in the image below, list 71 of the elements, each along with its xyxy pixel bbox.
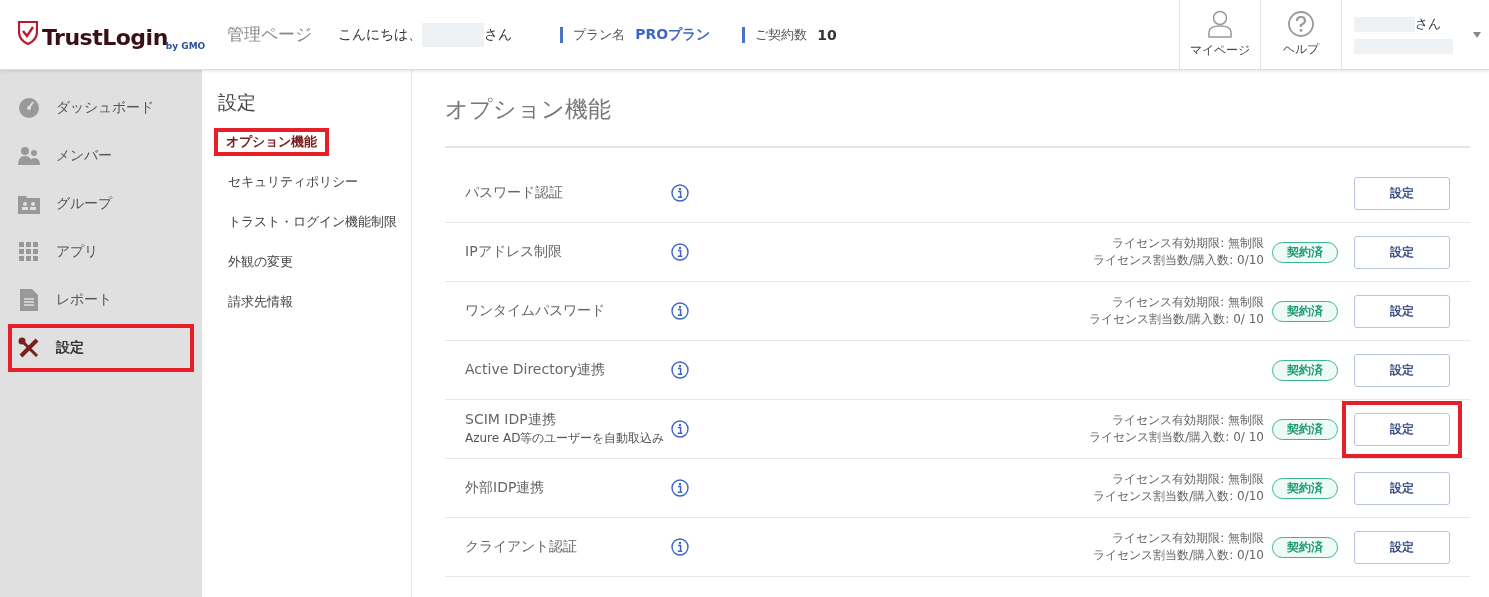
- user-suffix: さん: [1415, 15, 1441, 33]
- info-icon[interactable]: [671, 420, 689, 438]
- license-count: ライセンス割当数/購入数: 0/ 10: [1089, 429, 1264, 446]
- option-name: SCIM IDP連携: [465, 411, 557, 429]
- license-count: ライセンス割当数/購入数: 0/10: [1093, 252, 1264, 269]
- tools-icon: [18, 337, 40, 359]
- info-icon[interactable]: [671, 243, 689, 261]
- help-link[interactable]: ヘルプ: [1283, 41, 1319, 58]
- contracted-badge: 契約済: [1272, 359, 1338, 381]
- document-icon: [20, 289, 38, 311]
- settings-button[interactable]: 設定: [1354, 412, 1450, 446]
- license-period: ライセンス有効期限: 無制限: [1112, 471, 1264, 488]
- plan-value: PROプラン: [635, 25, 711, 44]
- folder-icon: [18, 194, 40, 214]
- license-period: ライセンス有効期限: 無制限: [1112, 412, 1264, 429]
- contracted-badge: 契約済: [1272, 300, 1338, 322]
- mypage-link[interactable]: マイページ: [1190, 42, 1250, 59]
- logo-text[interactable]: TrustLogin: [42, 26, 168, 49]
- settings-button[interactable]: 設定: [1354, 294, 1450, 328]
- contracted-badge: 契約済: [1272, 536, 1338, 558]
- submenu-item[interactable]: トラスト・ログイン機能制限: [214, 208, 411, 236]
- submenu-item[interactable]: 請求先情報: [214, 288, 307, 316]
- contracted-badge: 契約済: [1272, 418, 1338, 440]
- license-count: ライセンス割当数/購入数: 0/10: [1093, 547, 1264, 564]
- license-count: ライセンス割当数/購入数: 0/10: [1093, 488, 1264, 505]
- settings-button[interactable]: 設定: [1354, 235, 1450, 269]
- license-count: ライセンス割当数/購入数: 0/ 10: [1089, 311, 1264, 328]
- page-title: オプション機能: [445, 94, 1470, 148]
- contracts-value: 10: [817, 26, 837, 43]
- option-name: IPアドレス制限: [465, 243, 563, 261]
- sidebar-item[interactable]: グループ: [8, 180, 194, 228]
- license-period: ライセンス有効期限: 無制限: [1112, 530, 1264, 547]
- settings-button[interactable]: 設定: [1354, 471, 1450, 505]
- option-name: ワンタイムパスワード: [465, 302, 606, 320]
- info-icon[interactable]: [671, 479, 689, 497]
- contracted-badge: 契約済: [1272, 477, 1338, 499]
- person-icon: [1208, 10, 1232, 38]
- page-name: 管理ページ: [227, 23, 313, 46]
- settings-button[interactable]: 設定: [1354, 530, 1450, 564]
- option-name: 外部IDP連携: [465, 479, 546, 497]
- license-period: ライセンス有効期限: 無制限: [1112, 235, 1264, 252]
- help-icon: [1288, 11, 1314, 37]
- sidebar-item[interactable]: アプリ: [8, 228, 194, 276]
- section-title: 設定: [218, 90, 256, 115]
- contracts-label: ご契約数: [755, 25, 808, 44]
- settings-button[interactable]: 設定: [1354, 353, 1450, 387]
- grid-icon: [19, 242, 39, 262]
- submenu-item[interactable]: セキュリティポリシー: [214, 168, 372, 196]
- submenu-item[interactable]: 外観の変更: [214, 248, 307, 276]
- info-icon[interactable]: [671, 184, 689, 202]
- option-name: Active Directory連携: [465, 361, 607, 379]
- dropdown-caret-icon[interactable]: [1473, 31, 1481, 38]
- info-icon[interactable]: [671, 538, 689, 556]
- info-icon[interactable]: [671, 302, 689, 320]
- people-icon: [18, 146, 40, 166]
- info-icon[interactable]: [671, 361, 689, 379]
- sidebar-item[interactable]: レポート: [8, 276, 194, 324]
- sidebar-item[interactable]: 設定: [8, 324, 194, 372]
- sidebar-item[interactable]: メンバー: [8, 132, 194, 180]
- license-period: ライセンス有効期限: 無制限: [1112, 294, 1264, 311]
- settings-button[interactable]: 設定: [1354, 176, 1450, 210]
- option-name: クライアント認証: [465, 538, 578, 556]
- plan-label: プラン名: [573, 25, 626, 44]
- option-name: パスワード認証: [465, 184, 564, 202]
- gauge-icon: [18, 97, 40, 119]
- sidebar-item[interactable]: ダッシュボード: [8, 84, 194, 132]
- greeting-text: こんにちは、: [338, 25, 423, 44]
- submenu-item[interactable]: オプション機能: [214, 128, 329, 156]
- option-description: Azure AD等のユーザーを自動取込み: [465, 430, 666, 447]
- contracted-badge: 契約済: [1272, 241, 1338, 263]
- greeting-suffix: さん: [484, 25, 513, 44]
